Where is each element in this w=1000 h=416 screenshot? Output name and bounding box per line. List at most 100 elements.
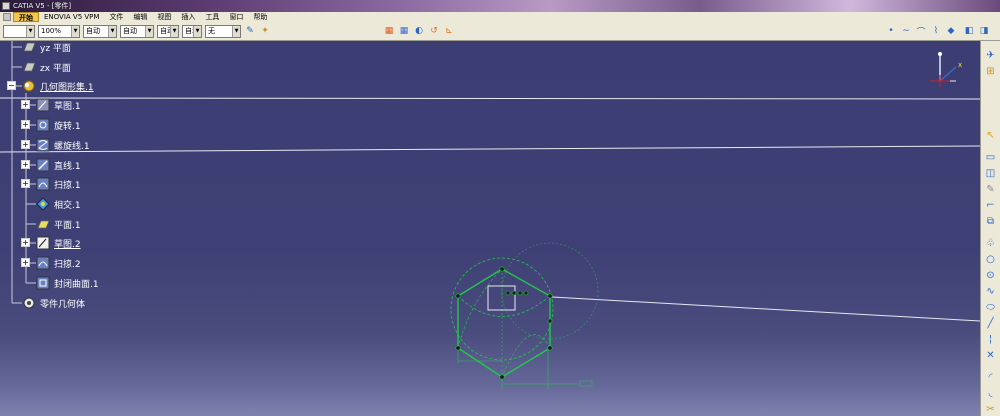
tree-node-zx-plane[interactable]: zx 平面 [22,59,71,75]
menu-tools[interactable]: 工具 [200,12,224,22]
tree-node-plane-1[interactable]: 平面.1 [36,216,81,232]
chevron-down-icon: ▼ [26,25,34,37]
title-bar: CATIA V5 - [零件] [0,0,71,11]
corner-fillet-icon[interactable]: ◜ [984,371,997,384]
box-icon[interactable]: ◫ [984,167,997,180]
connect-curve-icon[interactable]: ⌒ [915,25,927,38]
sketch-vertex[interactable] [517,290,523,296]
tree-node-close-surface-1[interactable]: 封闭曲面.1 [36,275,99,291]
chevron-down-icon: ▼ [145,25,153,37]
expand-toggle[interactable]: + [21,160,30,169]
construction-arc [457,268,503,349]
view-icon[interactable]: ◧ [963,25,975,37]
tree-node-intersect-1[interactable]: 相交.1 [36,196,81,212]
pad-icon[interactable]: ▭ [984,151,997,164]
curve-icon[interactable]: ∼ [900,25,912,37]
expand-toggle[interactable]: + [21,238,30,247]
menu-help[interactable]: 帮助 [248,12,272,22]
sketch-vertex[interactable] [547,293,553,299]
menu-enovia[interactable]: ENOVIA V5 VPM [39,12,104,22]
line-type-combo[interactable]: 自动 ▼ [83,24,117,38]
expand-toggle[interactable]: + [21,179,30,188]
point-symbol-combo[interactable]: 自动▼ [157,24,179,38]
tree-node-sweep-1[interactable]: 扫掠.1 [36,176,81,192]
chamfer-icon[interactable]: ◟ [984,387,997,400]
3d-viewport[interactable]: x yz 平面 zx 平面 − 几何图形集.1 + 草图.1 + 旋转.1 + … [0,41,980,416]
pencil-icon[interactable]: ✎ [984,183,997,196]
point-icon[interactable]: ⊙ [984,269,997,282]
trim-icon[interactable]: ✂ [984,403,997,416]
plane-icon [22,41,36,54]
layer-combo[interactable]: 无 ▼ [205,24,241,38]
painter-icon[interactable]: ✎ [244,25,256,37]
copy-icon[interactable]: ⧉ [984,215,997,228]
rendering-combo[interactable]: 自动▼ [182,24,202,38]
construction-line [0,145,980,153]
menu-window[interactable]: 窗口 [224,12,248,22]
constraint-icon[interactable]: ↺ [428,25,440,37]
sketch-vertex[interactable] [547,318,553,324]
plane-icon [36,217,50,231]
sketch-icon [36,98,50,112]
chevron-down-icon: ▼ [71,25,79,37]
sketch-vertex[interactable] [547,345,553,351]
fill-icon[interactable]: ◆ [945,25,957,37]
line-icon [36,158,50,172]
axis-icon[interactable]: ¦ [984,333,997,346]
menu-bar: 开始 ENOVIA V5 VPM 文件 编辑 视图 插入 工具 窗口 帮助 [0,12,1000,22]
tree-node-line-1[interactable]: 直线.1 [36,157,81,173]
cursor-icon[interactable]: ↖ [984,129,997,142]
ellipse-icon[interactable]: ⬭ [984,301,997,314]
point-tool-icon[interactable]: ✕ [984,349,997,362]
sketch-vertex[interactable] [505,290,511,296]
sketch-vertex[interactable] [455,345,461,351]
expand-toggle[interactable]: + [21,258,30,267]
expand-toggle[interactable]: + [21,120,30,129]
sketch-vertex[interactable] [455,293,461,299]
menu-file[interactable]: 文件 [104,12,128,22]
dimension-value-box [579,380,593,387]
sketch-vertex[interactable] [499,266,505,272]
color-combo[interactable]: ▼ [3,24,35,38]
sketch-vertex[interactable] [511,290,517,296]
line-weight-combo[interactable]: 自动 ▼ [120,24,154,38]
tree-node-part-body[interactable]: 零件几何体 [22,295,85,311]
dot-icon[interactable]: • [885,25,897,37]
tree-node-sketch-1[interactable]: 草图.1 [36,97,81,113]
circle-icon[interactable]: ○ [984,253,997,266]
properties-icon[interactable]: ✦ [259,25,271,37]
tree-node-revolve-1[interactable]: 旋转.1 [36,117,81,133]
compass-axis[interactable] [930,52,957,87]
profile-icon[interactable]: ♧ [984,237,997,250]
desktop-wallpaper-strip [0,0,1000,12]
intersect-icon [36,197,50,211]
grid-icon[interactable]: ▦ [383,25,395,37]
expand-toggle[interactable]: + [21,100,30,109]
analysis-icon[interactable]: ◐ [413,25,425,37]
menu-view[interactable]: 视图 [152,12,176,22]
line-tool-icon[interactable]: ╱ [984,317,997,330]
collapse-toggle[interactable]: − [7,81,16,90]
tree-node-yz-plane[interactable]: yz 平面 [22,41,71,55]
sweep-tool-icon[interactable]: ⌇ [930,25,942,37]
transparency-combo[interactable]: 100% ▼ [38,24,80,38]
menu-insert[interactable]: 插入 [176,12,200,22]
document-icon[interactable] [3,13,11,21]
snap-grid-icon[interactable]: ▦ [398,25,410,37]
tree-node-helix-1[interactable]: 螺旋线.1 [36,137,90,153]
sketch-tool-icon[interactable]: ⊞ [984,65,997,78]
sketch-vertex[interactable] [523,290,529,296]
tree-node-geometric-set[interactable]: 几何图形集.1 [22,78,94,94]
corner-icon[interactable]: ⌐ [984,199,997,212]
expand-toggle[interactable]: + [21,140,30,149]
dimension-icon[interactable]: ⊾ [443,25,455,37]
spline-icon[interactable]: ∿ [984,285,997,298]
tree-node-sketch-2[interactable]: 草图.2 [36,235,81,251]
menu-edit[interactable]: 编辑 [128,12,152,22]
sketch-vertex[interactable] [499,374,505,380]
menu-start[interactable]: 开始 [13,12,39,22]
normal-view-icon[interactable]: ◨ [978,25,990,37]
compass-tool-icon[interactable]: ✈ [984,49,997,62]
tree-node-sweep-2[interactable]: 扫掠.2 [36,255,81,271]
app-icon [2,1,10,10]
